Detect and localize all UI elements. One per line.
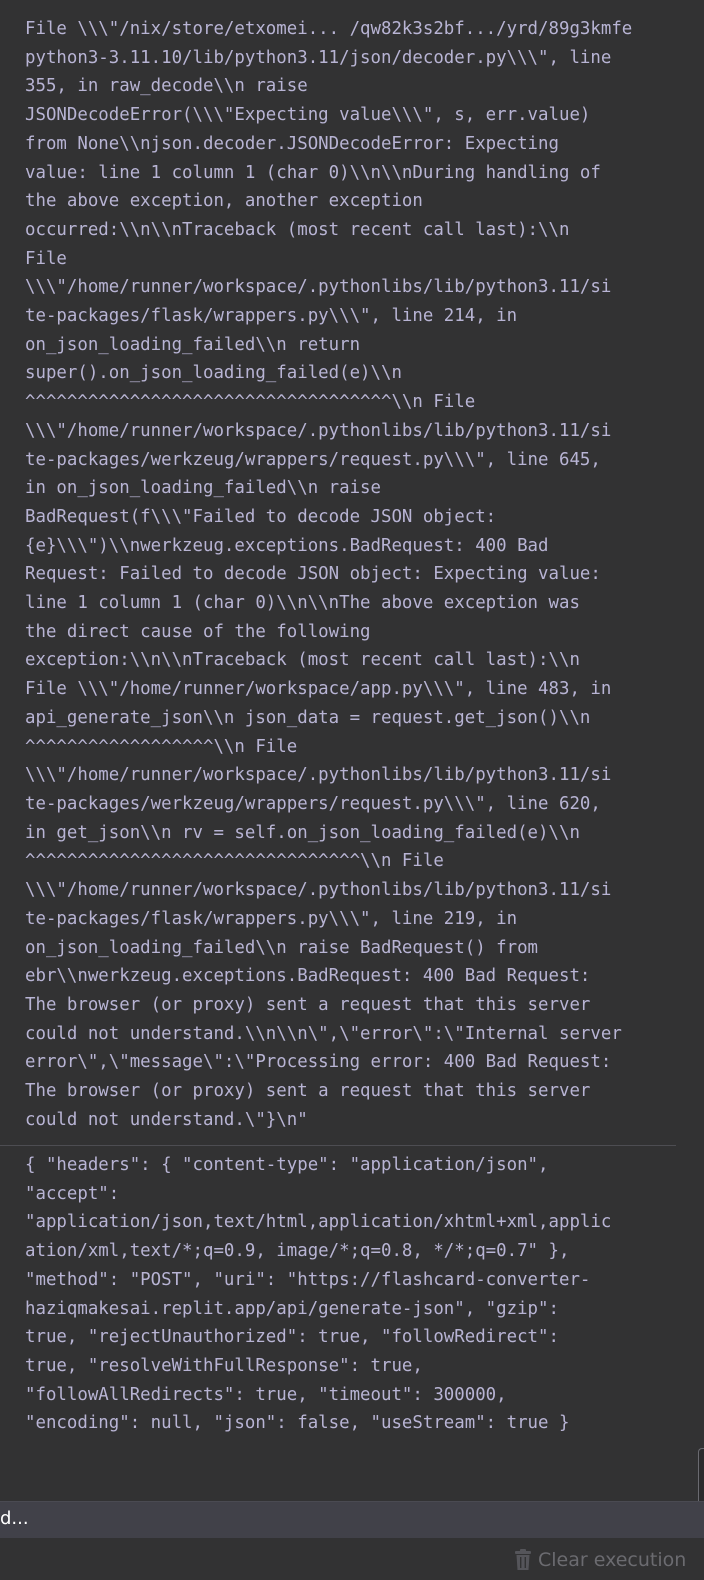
error-log-line: The browser (or proxy) sent a request th… — [25, 994, 591, 1015]
error-log-line: api_generate_json\\n json_data = request… — [25, 707, 591, 728]
request-log-line: "encoding": null, "json": false, "useStr… — [25, 1413, 570, 1434]
request-log-line: haziqmakesai.replit.app/api/generate-jso… — [25, 1298, 559, 1319]
error-log-line: File \\\"/nix/store/etxomei... /qw82k3s2… — [25, 19, 633, 39]
request-options-output: { "headers": { "content-type": "applicat… — [25, 1151, 685, 1441]
error-log-line: in get_json\\n rv = self.on_json_loading… — [25, 822, 580, 843]
error-log-line: ^^^^^^^^^^^^^^^^^^\\n File — [25, 736, 298, 757]
error-log-line: te-packages/werkzeug/wrappers/request.py… — [25, 793, 601, 814]
error-log-line: \\\"/home/runner/workspace/.pythonlibs/l… — [25, 420, 612, 441]
error-log-line: ^^^^^^^^^^^^^^^^^^^^^^^^^^^^^^^^\\n File — [25, 851, 444, 872]
request-log-line: "application/json,text/html,application/… — [25, 1212, 612, 1233]
error-log-line: error\",\"message\":\"Processing error: … — [25, 1052, 612, 1073]
clear-execution-label: Clear execution — [538, 1549, 687, 1571]
error-log-line: the direct cause of the following — [25, 621, 371, 642]
request-log-line: "followAllRedirects": true, "timeout": 3… — [25, 1384, 507, 1405]
error-log-line: from None\\njson.decoder.JSONDecodeError… — [25, 133, 559, 154]
footer: Clear execution — [0, 1538, 704, 1580]
error-log-line: occurred:\\n\\nTraceback (most recent ca… — [25, 219, 570, 240]
error-log-line: {e}\\\")\\nwerkzeug.exceptions.BadReques… — [25, 535, 549, 556]
status-bar: d... — [0, 1501, 704, 1539]
error-log-line: The browser (or proxy) sent a request th… — [25, 1081, 591, 1102]
error-log-line: te-packages/flask/wrappers.py\\\", line … — [25, 908, 518, 929]
request-log-line: true, "resolveWithFullResponse": true, — [25, 1355, 423, 1376]
trash-icon — [515, 1549, 531, 1570]
request-log-line: "method": "POST", "uri": "https://flashc… — [25, 1269, 591, 1290]
error-log-line: exception:\\n\\nTraceback (most recent c… — [25, 650, 580, 671]
error-log-line: super().on_json_loading_failed(e)\\n — [25, 363, 402, 384]
error-log-line: the above exception, another exception — [25, 191, 423, 212]
output-divider — [0, 1145, 676, 1146]
error-log-line: 355, in raw_decode\\n raise — [25, 76, 308, 97]
error-log-line: BadRequest(f\\\"Failed to decode JSON ob… — [25, 506, 497, 527]
request-log-line: ation/xml,text/*;q=0.9, image/*;q=0.8, *… — [25, 1241, 570, 1262]
error-log-line: te-packages/flask/wrappers.py\\\", line … — [25, 306, 518, 327]
error-log-line: line 1 column 1 (char 0)\\n\\nThe above … — [25, 593, 580, 614]
error-log-line: Request: Failed to decode JSON object: E… — [25, 564, 601, 585]
error-log-line: File \\\"/home/runner/workspace/app.py\\… — [25, 679, 612, 700]
request-log-line: { "headers": { "content-type": "applicat… — [25, 1155, 549, 1175]
error-log-line: \\\"/home/runner/workspace/.pythonlibs/l… — [25, 880, 612, 901]
error-log-line: te-packages/werkzeug/wrappers/request.py… — [25, 449, 601, 470]
error-log-line: ^^^^^^^^^^^^^^^^^^^^^^^^^^^^^^^^^^^\\n F… — [25, 392, 476, 413]
error-log-line: ebr\\nwerkzeug.exceptions.BadRequest: 40… — [25, 966, 591, 987]
error-log-line: in on_json_loading_failed\\n raise — [25, 478, 381, 499]
clear-execution-button[interactable]: Clear execution — [514, 1546, 686, 1574]
error-log-line: could not understand.\"}\n" — [25, 1109, 308, 1130]
error-log-line: \\\"/home/runner/workspace/.pythonlibs/l… — [25, 277, 612, 298]
error-log-line: value: line 1 column 1 (char 0)\\n\\nDur… — [25, 162, 601, 183]
error-log-line: could not understand.\\n\\n\",\"error\":… — [25, 1023, 622, 1044]
error-log-line: on_json_loading_failed\\n raise BadReque… — [25, 937, 539, 958]
status-text: d... — [0, 1508, 29, 1529]
request-log-line: "accept": — [25, 1183, 120, 1204]
request-log-line: true, "rejectUnauthorized": true, "follo… — [25, 1327, 559, 1348]
error-log-line: JSONDecodeError(\\\"Expecting value\\\",… — [25, 105, 591, 126]
error-log-line: File — [25, 248, 67, 269]
error-traceback-output: File \\\"/nix/store/etxomei... /qw82k3s2… — [25, 15, 685, 1137]
error-log-line: python3-3.11.10/lib/python3.11/json/deco… — [25, 47, 612, 68]
error-log-line: on_json_loading_failed\\n return — [25, 334, 361, 355]
error-log-line: \\\"/home/runner/workspace/.pythonlibs/l… — [25, 765, 612, 786]
